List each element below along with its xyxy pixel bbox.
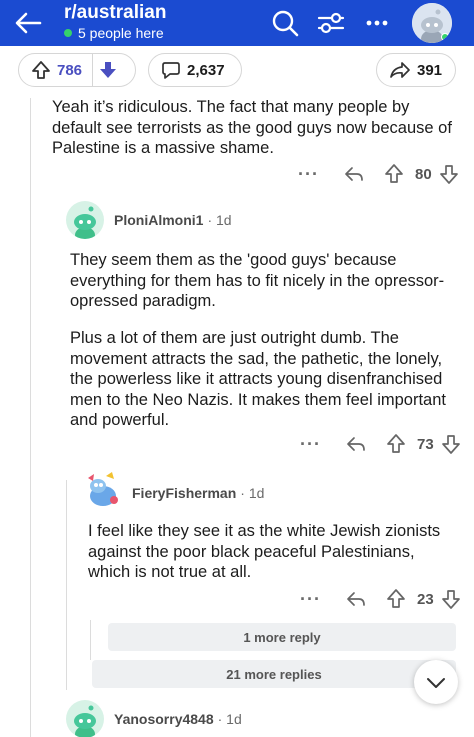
comment-age: · 1d (217, 711, 242, 727)
comment-age: · 1d (207, 212, 232, 228)
snoo-avatar-icon (66, 700, 104, 737)
downvote-button[interactable] (92, 53, 122, 87)
next-comment-button[interactable] (414, 660, 458, 704)
avatar[interactable] (84, 470, 122, 508)
comment-score: 80 (414, 165, 432, 183)
downvote-icon[interactable] (440, 588, 462, 610)
search-icon[interactable] (270, 8, 300, 38)
comment-score: 23 (416, 590, 434, 608)
more-replies-button[interactable]: 1 more reply (108, 623, 456, 651)
online-count-label: 5 people here (78, 25, 164, 41)
comment-actions: ··· 80 (298, 162, 474, 186)
more-replies-button[interactable]: 21 more replies (92, 660, 456, 688)
downvote-icon (99, 62, 116, 78)
thread-line[interactable] (66, 480, 67, 690)
reply-icon[interactable] (345, 588, 367, 610)
reply-icon[interactable] (343, 163, 365, 185)
online-count: 5 people here (64, 25, 164, 41)
share-count: 391 (417, 61, 443, 79)
comment-score: 73 (416, 435, 434, 453)
comment-author-row: FieryFisherman · 1d (132, 485, 264, 501)
comment-body: Yeah it’s ridiculous. The fact that many… (52, 98, 452, 157)
comment-actions: ··· 73 (300, 432, 474, 456)
upvote-icon[interactable] (385, 588, 407, 610)
upvote-icon[interactable] (383, 163, 405, 185)
reply-icon[interactable] (345, 433, 367, 455)
comment-author[interactable]: Yanosorry4848 (114, 711, 214, 727)
comment-age: · 1d (240, 485, 265, 501)
chevron-down-icon (427, 678, 445, 688)
comment-count: 2,637 (187, 61, 225, 79)
share-icon (390, 62, 410, 78)
upvote-count: 786 (57, 61, 83, 79)
vote-pill: 786 (18, 53, 136, 87)
post-action-bar: 786 2,637 391 (0, 46, 474, 98)
comment-author[interactable]: FieryFisherman (132, 485, 236, 501)
comment-actions: ··· 23 (300, 587, 474, 611)
comments-button[interactable]: 2,637 (148, 53, 242, 87)
subreddit-title[interactable]: r/australian (64, 2, 166, 24)
thread-line[interactable] (30, 98, 31, 737)
subreddit-header: r/australian 5 people here (0, 0, 474, 46)
snoo-avatar-icon (84, 470, 122, 508)
comment-author-row: PloniAlmoni1 · 1d (114, 212, 232, 228)
upvote-icon[interactable] (31, 60, 51, 80)
share-button[interactable]: 391 (376, 53, 456, 87)
more-options-icon[interactable]: ··· (298, 164, 319, 185)
status-dot-icon (441, 33, 449, 41)
downvote-icon[interactable] (440, 433, 462, 455)
online-dot-icon (64, 29, 72, 37)
more-options-icon[interactable]: ··· (300, 434, 321, 455)
comment-body: I feel like they see it as the white Jew… (88, 522, 441, 581)
comment-body: Plus a lot of them are just outright dum… (70, 329, 446, 429)
more-icon[interactable] (362, 8, 392, 38)
back-arrow-icon[interactable] (12, 8, 44, 38)
downvote-icon[interactable] (438, 163, 460, 185)
avatar[interactable] (66, 201, 104, 239)
user-avatar[interactable] (412, 3, 452, 43)
more-options-icon[interactable]: ··· (300, 589, 321, 610)
comment-icon (162, 62, 180, 79)
thread-line[interactable] (90, 620, 91, 660)
filter-icon[interactable] (316, 8, 346, 38)
upvote-icon[interactable] (385, 433, 407, 455)
comment-body: They seem them as the 'good guys' becaus… (70, 251, 445, 310)
snoo-avatar-icon (66, 201, 104, 239)
comment-author-row: Yanosorry4848 · 1d (114, 711, 242, 727)
avatar[interactable] (66, 700, 104, 737)
comment-author[interactable]: PloniAlmoni1 (114, 212, 203, 228)
